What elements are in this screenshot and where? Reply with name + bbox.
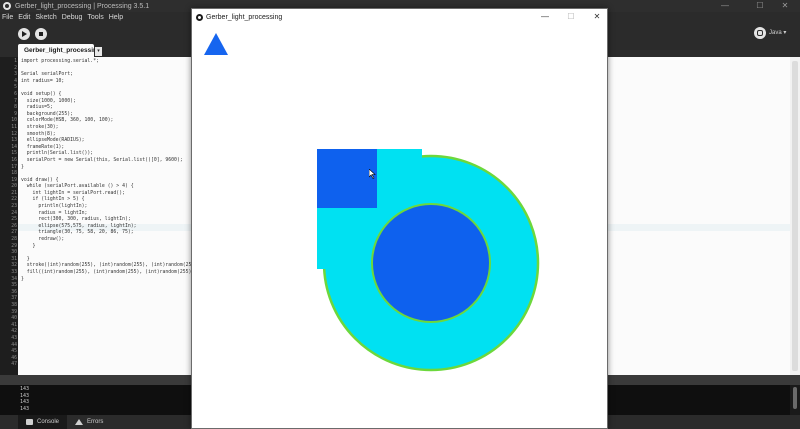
stop-button[interactable]: [35, 28, 47, 40]
line-number: 28: [11, 237, 17, 243]
line-number-gutter: 1 2 3 4 5 6 7 8 9 10 11 12 13 14 15 16 17 18 19 20 21 22 23 24 2…: [0, 57, 18, 375]
line-number: 47: [11, 362, 17, 368]
debug-button[interactable]: [754, 27, 766, 39]
line-number: 25: [11, 217, 17, 223]
ide-close-button[interactable]: ✕: [770, 0, 800, 12]
menu-file[interactable]: File: [2, 14, 13, 21]
play-icon: [22, 31, 27, 37]
console-tab-label: Console: [37, 419, 60, 425]
line-number: 1: [14, 59, 17, 64]
line-number: 37: [11, 296, 17, 302]
menu-tools[interactable]: Tools: [87, 14, 103, 21]
ide-minimize-button[interactable]: —: [710, 0, 740, 12]
processing-app-icon: [196, 13, 203, 21]
sketch-canvas[interactable]: [192, 25, 607, 429]
sketch-close-button[interactable]: ✕: [587, 11, 607, 23]
errors-tab-label: Errors: [87, 419, 104, 425]
sketch-maximize-button[interactable]: ☐: [561, 11, 581, 23]
line-number: 43: [11, 335, 17, 341]
tab-gerber-light-processing[interactable]: Gerber_light_processing: [18, 44, 101, 57]
bug-icon: [757, 30, 763, 36]
editor-scrollbar[interactable]: [790, 57, 800, 375]
sketch-output-window[interactable]: Gerber_light_processing — ☐ ✕: [191, 8, 608, 429]
menu-sketch[interactable]: Sketch: [35, 14, 56, 21]
line-number: 33: [11, 270, 17, 275]
line-number: 42: [11, 329, 17, 335]
line-number: 32: [11, 263, 17, 269]
line-number: 40: [11, 316, 17, 322]
line-number: 6: [14, 91, 17, 97]
line-number: 10: [11, 118, 17, 124]
mode-selector[interactable]: Java ▾: [769, 28, 797, 38]
line-number: 8: [14, 105, 17, 111]
console-tab[interactable]: Console: [18, 415, 68, 429]
line-number: 5: [14, 85, 17, 91]
line-number: 23: [11, 204, 17, 210]
line-number: 45: [11, 349, 17, 355]
mouse-cursor-icon: [369, 169, 376, 179]
ide-window-title: Gerber_light_processing | Processing 3.5…: [15, 2, 150, 10]
sketch-window-title: Gerber_light_processing: [206, 13, 283, 21]
line-number: 11: [11, 124, 17, 130]
menu-edit[interactable]: Edit: [18, 14, 30, 21]
line-number: 16: [11, 157, 17, 163]
menu-debug[interactable]: Debug: [62, 14, 83, 21]
line-number: 35: [11, 283, 17, 289]
blue-rectangle: [317, 149, 377, 208]
sketch-titlebar[interactable]: Gerber_light_processing — ☐ ✕: [192, 9, 607, 25]
console-scroll-thumb[interactable]: [793, 387, 797, 409]
line-number: 38: [11, 302, 17, 308]
stop-icon: [39, 32, 43, 36]
warning-icon: [75, 419, 84, 425]
sketch-minimize-button[interactable]: —: [535, 11, 555, 23]
inner-blue-circle: [371, 203, 491, 323]
line-number: 18: [11, 171, 17, 177]
console-scrollbar[interactable]: [790, 385, 800, 415]
console-icon: [26, 419, 33, 425]
line-number: 20: [11, 184, 17, 190]
line-number: 13: [11, 138, 17, 144]
run-button[interactable]: [18, 28, 30, 40]
tab-menu-chevron-icon[interactable]: ▾: [95, 47, 102, 56]
line-number: 15: [11, 151, 17, 157]
menu-help[interactable]: Help: [109, 14, 123, 21]
errors-tab[interactable]: Errors: [67, 415, 111, 429]
line-number: 30: [11, 250, 17, 256]
processing-app-icon: [3, 2, 11, 10]
line-number: 3: [14, 72, 17, 78]
editor-scroll-thumb[interactable]: [792, 61, 798, 371]
